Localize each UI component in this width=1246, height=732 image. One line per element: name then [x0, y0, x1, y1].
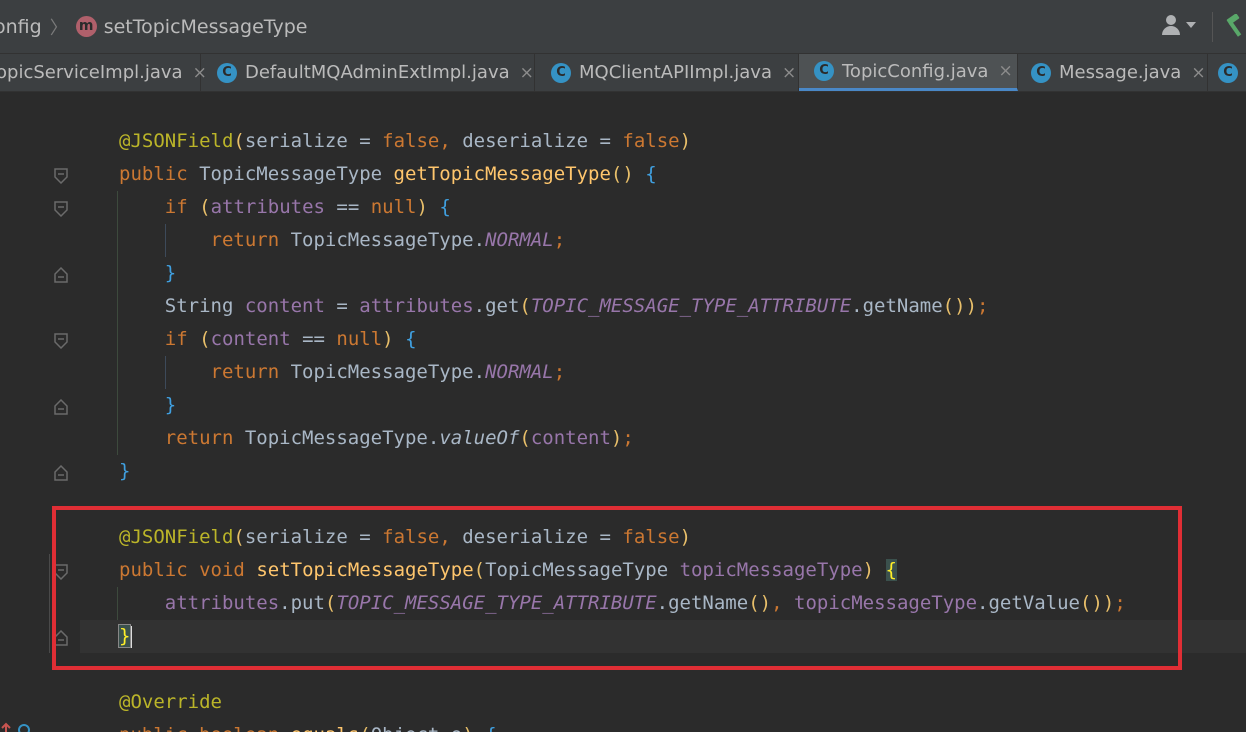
fold-icon[interactable]	[54, 201, 68, 217]
tab-topicserviceimpl[interactable]: opicServiceImpl.java ×	[0, 54, 207, 91]
tab-label: DefaultMQAdminExtImpl.java	[245, 62, 510, 83]
tab-message[interactable]: C Message.java ×	[1018, 54, 1208, 91]
tab-label: TopicConfig.java	[842, 60, 989, 82]
toolbar-divider	[1212, 12, 1213, 42]
breadcrumb-method-label: setTopicMessageType	[103, 15, 308, 38]
fold-icon[interactable]	[54, 267, 68, 283]
close-icon[interactable]: ×	[998, 61, 1012, 81]
tab-defaultmqadminextimpl[interactable]: C DefaultMQAdminExtImpl.java ×	[201, 54, 535, 91]
indent-guide	[117, 191, 118, 455]
class-icon: C	[814, 61, 834, 81]
code-line[interactable]: return TopicMessageType.NORMAL;	[119, 224, 566, 257]
close-icon[interactable]: ×	[1191, 63, 1205, 83]
code-line[interactable]: public boolean equals(Object o) {	[119, 719, 497, 732]
user-icon	[1160, 14, 1182, 36]
hammer-icon[interactable]	[1224, 13, 1246, 38]
highlight-annotation-box	[52, 506, 1182, 670]
code-line[interactable]: }	[119, 257, 176, 290]
fold-icon[interactable]	[54, 465, 68, 481]
tab-overflow[interactable]: C	[1208, 54, 1246, 91]
editor-tab-bar: opicServiceImpl.java × C DefaultMQAdminE…	[0, 54, 1246, 92]
breadcrumb-item-class[interactable]: onfig	[0, 16, 42, 38]
class-icon: C	[1031, 62, 1051, 83]
method-icon: m	[75, 16, 97, 37]
breadcrumb-bar: onfig 〉 m setTopicMessageType	[0, 0, 1246, 54]
fold-icon[interactable]	[54, 399, 68, 415]
code-line[interactable]: @Override	[119, 686, 222, 719]
code-editor[interactable]: @JSONField(serialize = false, deserializ…	[0, 92, 1246, 732]
fold-icon[interactable]	[54, 168, 68, 184]
tab-label: opicServiceImpl.java	[0, 62, 183, 83]
code-line[interactable]: }	[119, 389, 176, 422]
change-marker	[49, 554, 50, 653]
code-line[interactable]: }	[119, 455, 130, 488]
code-line[interactable]: return TopicMessageType.valueOf(content)…	[119, 422, 634, 455]
class-icon: C	[217, 62, 237, 83]
class-icon: C	[1218, 62, 1238, 83]
breadcrumb-item-method[interactable]: m setTopicMessageType	[75, 15, 308, 38]
code-line[interactable]: public TopicMessageType getTopicMessageT…	[119, 158, 657, 191]
tab-topicconfig[interactable]: C TopicConfig.java ×	[799, 54, 1018, 91]
code-line[interactable]: if (attributes == null) {	[119, 191, 451, 224]
tab-label: MQClientAPIImpl.java	[579, 62, 772, 83]
user-menu-button[interactable]	[1160, 14, 1196, 36]
chevron-down-icon	[1186, 22, 1196, 28]
code-line[interactable]: String content = attributes.get(TOPIC_ME…	[119, 290, 989, 323]
tab-mqclientapiimpl[interactable]: C MQClientAPIImpl.java ×	[535, 54, 799, 91]
code-line[interactable]: return TopicMessageType.NORMAL;	[119, 356, 566, 389]
breadcrumb-separator-icon: 〉	[49, 17, 68, 39]
close-icon[interactable]: ×	[782, 63, 796, 83]
class-icon: C	[551, 62, 571, 83]
code-line[interactable]: @JSONField(serialize = false, deserializ…	[119, 125, 691, 158]
close-icon[interactable]: ×	[520, 63, 534, 83]
override-gutter-icon[interactable]	[0, 719, 40, 732]
fold-icon[interactable]	[54, 333, 68, 349]
code-line[interactable]: if (content == null) {	[119, 323, 417, 356]
tab-label: Message.java	[1059, 62, 1182, 83]
